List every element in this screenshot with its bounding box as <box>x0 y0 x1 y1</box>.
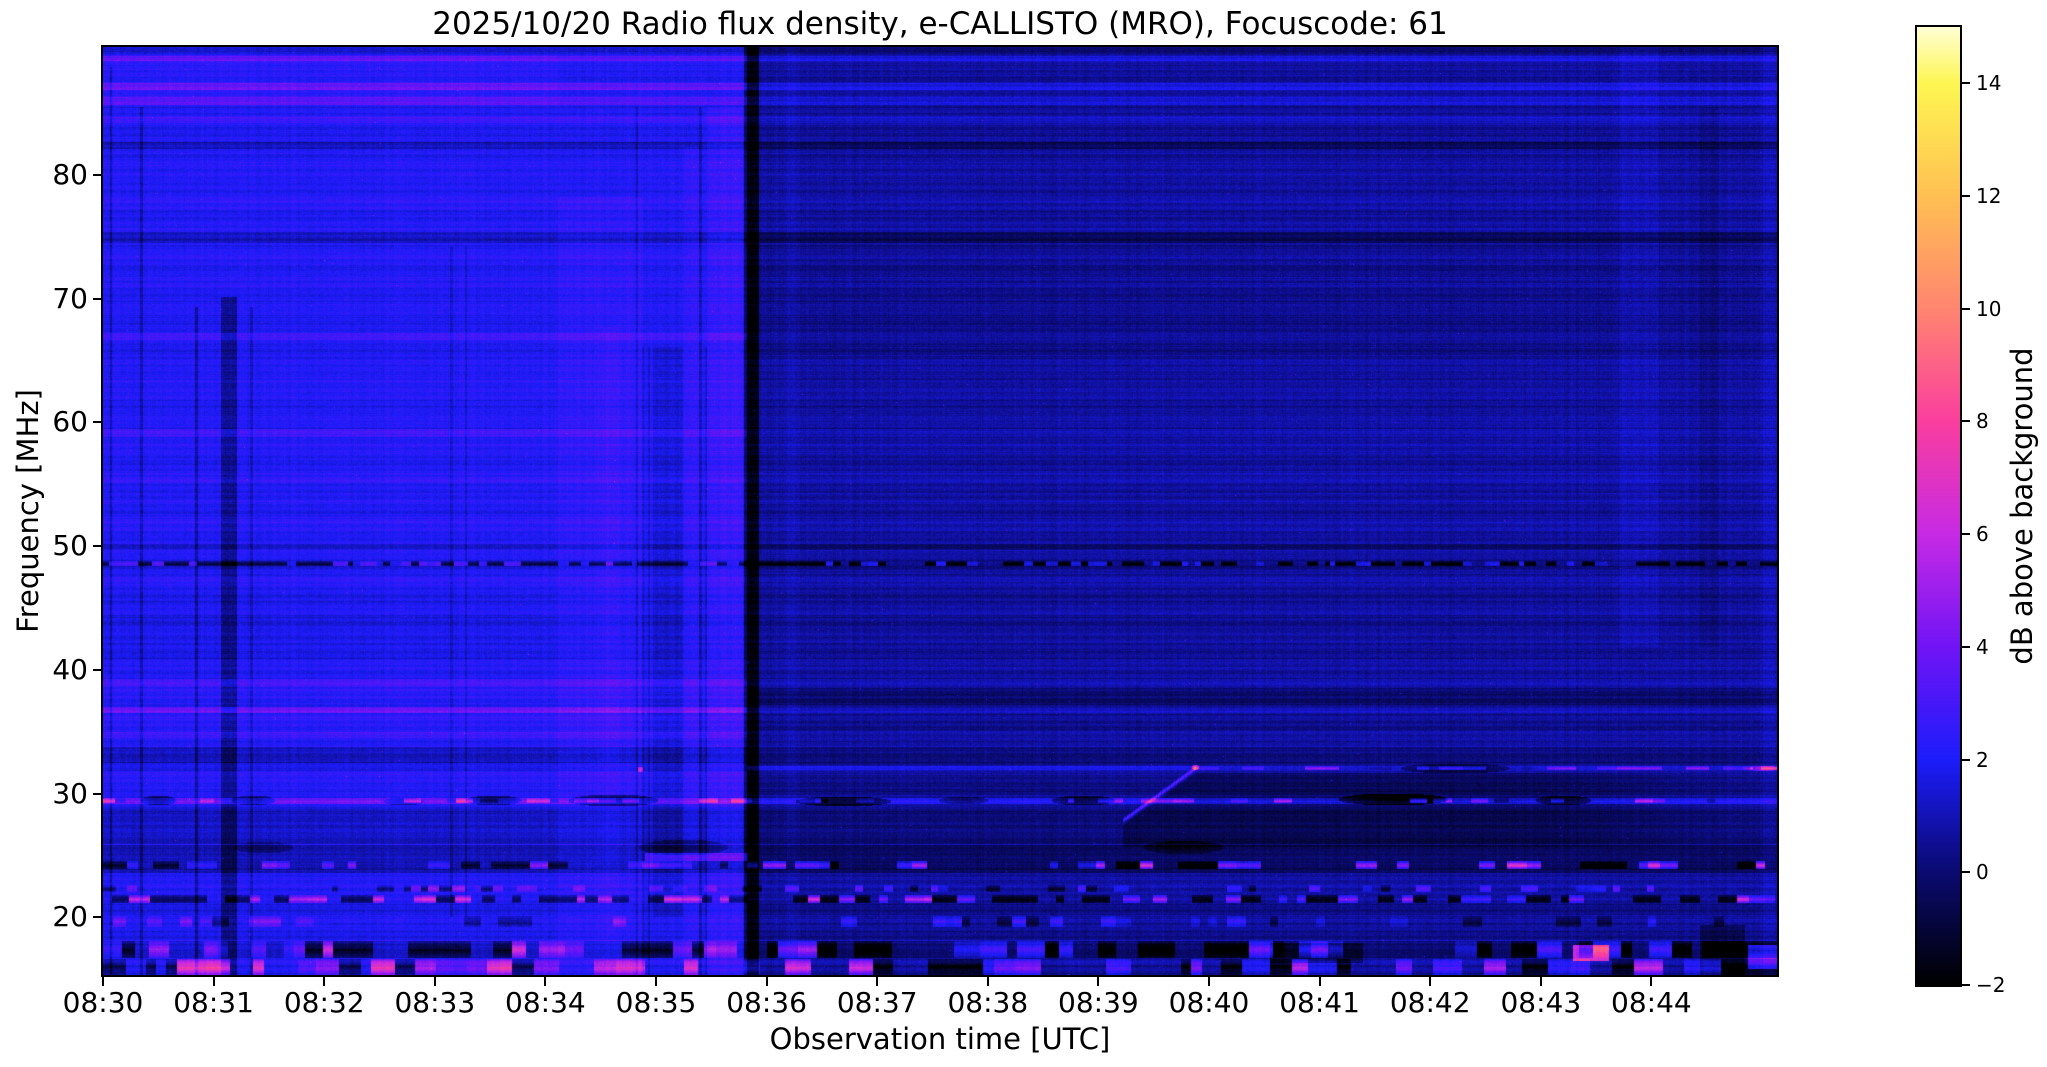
colorbar-tick-label: −2 <box>1976 973 2006 997</box>
x-tick-mark <box>876 977 879 986</box>
x-tick-label: 08:42 <box>1389 986 1471 1019</box>
x-tick-label: 08:31 <box>173 986 254 1019</box>
colorbar-tick-mark <box>1962 420 1970 423</box>
y-tick-label: 40 <box>52 652 88 686</box>
colorbar-tick-mark <box>1962 195 1970 198</box>
x-tick-label: 08:41 <box>1279 986 1360 1019</box>
y-tick-mark <box>93 297 102 300</box>
colorbar-tick-mark <box>1962 645 1970 648</box>
colorbar-tick-mark <box>1962 307 1970 310</box>
colorbar-tick-label: 14 <box>1976 71 2002 96</box>
x-tick-mark <box>1097 977 1100 986</box>
y-tick-mark <box>93 174 102 176</box>
y-tick-mark <box>93 792 102 795</box>
colorbar-tick-label: 2 <box>1976 747 1989 772</box>
x-tick-label: 08:38 <box>947 986 1029 1019</box>
y-tick-label: 30 <box>52 776 88 810</box>
colorbar-label: dB above background <box>2005 347 2039 665</box>
x-tick-label: 08:32 <box>283 986 365 1019</box>
x-tick-label: 08:33 <box>394 986 476 1019</box>
x-tick-label: 08:44 <box>1611 986 1692 1019</box>
x-tick-mark <box>986 977 989 986</box>
colorbar-tick-mark <box>1962 871 1970 874</box>
y-tick-label: 80 <box>52 158 88 191</box>
y-tick-mark <box>93 668 102 671</box>
colorbar-tick-label: 0 <box>1976 860 1989 885</box>
colorbar <box>1915 25 1962 987</box>
y-tick-label: 20 <box>52 900 88 934</box>
x-tick-label: 08:30 <box>62 986 144 1019</box>
x-tick-mark <box>544 977 547 986</box>
colorbar-tick-mark <box>1962 984 1970 986</box>
x-tick-mark <box>102 977 104 986</box>
x-tick-mark <box>1429 977 1432 986</box>
colorbar-tick-label: 6 <box>1976 522 1989 547</box>
chart-title: 2025/10/20 Radio flux density, e-CALLIST… <box>432 6 1448 42</box>
colorbar-tick-mark <box>1962 533 1970 536</box>
colorbar-tick-label: 4 <box>1976 634 1989 659</box>
x-tick-mark <box>1650 977 1653 986</box>
x-tick-mark <box>323 977 326 986</box>
y-tick-label: 50 <box>52 529 88 563</box>
x-axis-label: Observation time [UTC] <box>769 1022 1111 1056</box>
x-tick-mark <box>655 977 657 986</box>
figure: 2025/10/20 Radio flux density, e-CALLIST… <box>0 0 2047 1067</box>
colorbar-tick-label: 8 <box>1976 409 1989 434</box>
colorbar-tick-mark <box>1962 758 1970 761</box>
y-tick-label: 70 <box>52 281 88 315</box>
spectrogram-canvas <box>103 47 1777 975</box>
x-tick-label: 08:34 <box>505 986 586 1019</box>
y-tick-mark <box>93 421 102 424</box>
plot-area <box>101 45 1779 977</box>
x-tick-label: 08:36 <box>726 986 807 1019</box>
x-tick-label: 08:37 <box>836 986 918 1019</box>
x-tick-label: 08:40 <box>1168 986 1250 1019</box>
x-tick-mark <box>1539 977 1542 986</box>
x-tick-mark <box>1318 977 1321 986</box>
x-tick-mark <box>765 977 768 986</box>
y-tick-mark <box>93 545 102 548</box>
colorbar-tick-label: 10 <box>1976 296 2002 321</box>
colorbar-tick-mark <box>1962 82 1970 85</box>
x-tick-label: 08:43 <box>1500 986 1582 1019</box>
x-tick-mark <box>212 977 215 986</box>
colorbar-tick-label: 12 <box>1976 184 2002 209</box>
colorbar-gradient <box>1917 27 1960 985</box>
x-tick-mark <box>1208 977 1210 986</box>
y-tick-label: 60 <box>52 405 88 439</box>
x-tick-label: 08:35 <box>615 986 697 1019</box>
x-tick-mark <box>433 977 436 986</box>
x-tick-label: 08:39 <box>1058 986 1139 1019</box>
y-tick-mark <box>93 916 102 919</box>
